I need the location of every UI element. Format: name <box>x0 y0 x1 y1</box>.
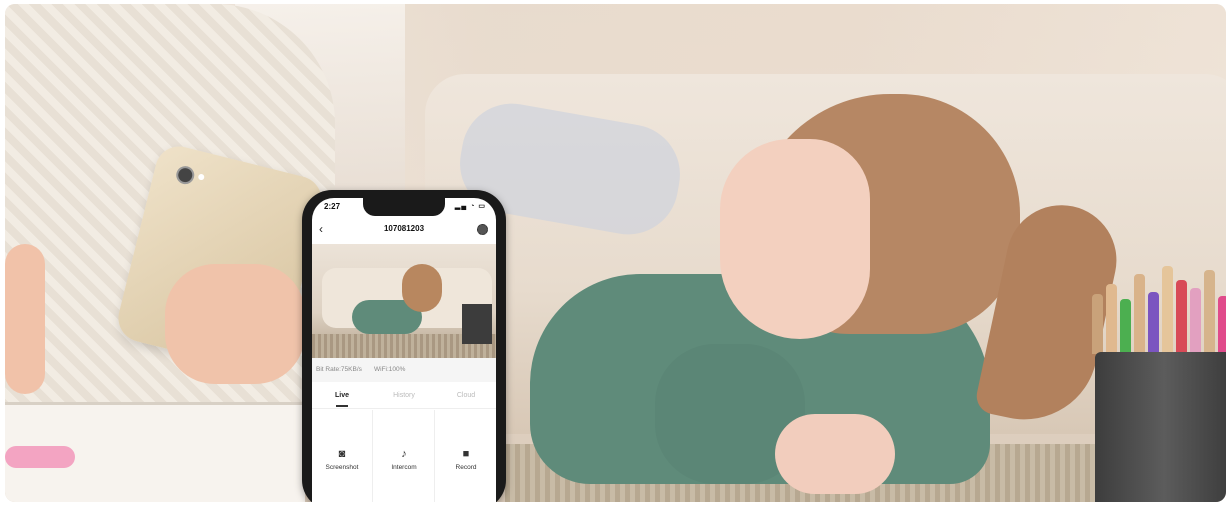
live-video-preview[interactable] <box>312 244 496 358</box>
camera-title: 107081203 <box>383 224 425 233</box>
intercom-button[interactable]: ♪ Intercom <box>374 410 435 502</box>
gear-icon[interactable] <box>477 224 488 235</box>
stream-stats: Bit Rate:75KB/s WiFi:100% <box>312 358 496 382</box>
parent-left-hand <box>5 244 45 394</box>
screenshot-button[interactable]: ◙ Screenshot <box>312 410 373 502</box>
smartphone-app-mockup: 2:27 ▂▄ ◔ ▭ ‹ 107081203 Bit Rate:75KB/s … <box>302 190 506 502</box>
girl-hands <box>775 414 895 494</box>
camera-lens <box>174 164 197 187</box>
active-tab-indicator <box>336 405 348 407</box>
preview-girl-head <box>402 264 442 312</box>
signal-wifi-battery-icon: ▂▄ ◔ ▭ <box>454 203 486 210</box>
preview-pencil-cup <box>462 304 492 344</box>
pencil-cup <box>1095 352 1226 502</box>
tab-cloud[interactable]: Cloud <box>436 392 496 399</box>
pink-pen <box>5 446 75 468</box>
video-icon: ■ <box>462 448 470 460</box>
girl-face <box>720 139 870 339</box>
camera-flash <box>197 173 205 181</box>
record-label: Record <box>455 464 477 471</box>
phone-screen: 2:27 ▂▄ ◔ ▭ ‹ 107081203 Bit Rate:75KB/s … <box>312 198 496 502</box>
record-button[interactable]: ■ Record <box>436 410 496 502</box>
tab-history[interactable]: History <box>374 392 434 399</box>
status-time: 2:27 <box>324 202 341 211</box>
intercom-label: Intercom <box>391 464 417 471</box>
parent-right-hand <box>165 264 305 384</box>
bit-rate: Bit Rate:75KB/s <box>316 366 362 373</box>
camera-icon: ◙ <box>338 448 346 460</box>
microphone-icon: ♪ <box>401 448 407 460</box>
app-header: ‹ 107081203 <box>312 220 496 242</box>
tab-live[interactable]: Live <box>312 392 372 399</box>
screenshot-label: Screenshot <box>325 464 359 471</box>
phone-notch <box>363 198 445 216</box>
colored-pencils <box>1090 259 1226 354</box>
action-grid: ◙ Screenshot ♪ Intercom ■ Record <box>312 410 496 502</box>
view-tabs: Live History Cloud <box>312 382 496 409</box>
wifi-strength: WiFi:100% <box>374 366 406 373</box>
hero-photo: 2:27 ▂▄ ◔ ▭ ‹ 107081203 Bit Rate:75KB/s … <box>5 4 1226 502</box>
